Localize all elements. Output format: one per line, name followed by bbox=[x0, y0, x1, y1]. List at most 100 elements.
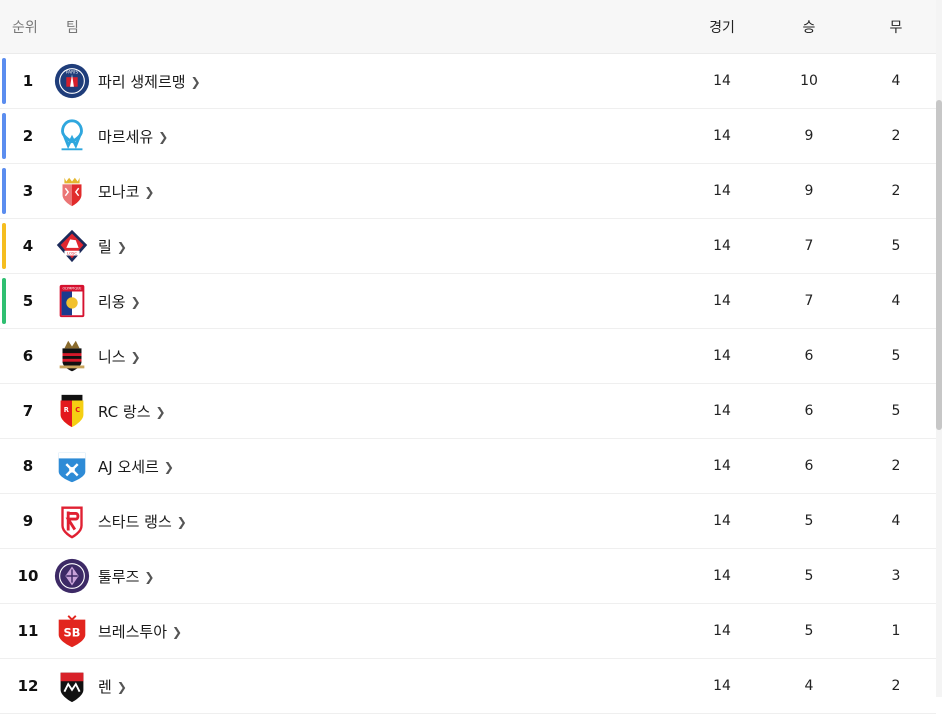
team-won: 6 bbox=[804, 348, 814, 364]
team-won: 5 bbox=[804, 623, 814, 639]
team-name-link[interactable]: 리옹 ❯ bbox=[98, 291, 141, 312]
team-rank: 4 bbox=[22, 237, 34, 255]
team-name: AJ 오세르 bbox=[98, 458, 159, 476]
team-drawn: 5 bbox=[891, 348, 901, 364]
qualification-zone-marker bbox=[2, 278, 6, 324]
svg-text:R: R bbox=[64, 406, 69, 414]
svg-text:SB: SB bbox=[64, 626, 81, 640]
team-won: 4 bbox=[804, 678, 814, 694]
team-won: 10 bbox=[800, 73, 818, 89]
marseille-logo-icon[interactable] bbox=[53, 117, 91, 155]
chevron-right-icon: ❯ bbox=[158, 129, 169, 144]
header-rank: 순위 bbox=[12, 20, 38, 36]
table-row[interactable]: 9 스타드 랭스 ❯ 14 5 4 bbox=[0, 494, 936, 549]
team-name: 브레스투아 bbox=[98, 623, 168, 641]
team-name: 모나코 bbox=[98, 183, 140, 201]
team-drawn: 5 bbox=[891, 238, 901, 254]
team-name: 스타드 랭스 bbox=[98, 513, 172, 531]
team-won: 5 bbox=[804, 568, 814, 584]
team-name-link[interactable]: 모나코 ❯ bbox=[98, 181, 154, 202]
team-won: 7 bbox=[804, 238, 814, 254]
rennes-logo-icon[interactable] bbox=[53, 667, 91, 705]
table-row[interactable]: 3 모나코 ❯ 14 9 2 bbox=[0, 164, 936, 219]
team-name: 파리 생제르맹 bbox=[98, 73, 186, 91]
team-played: 14 bbox=[713, 73, 731, 89]
monaco-logo-icon[interactable] bbox=[53, 172, 91, 210]
qualification-zone-marker bbox=[2, 168, 6, 214]
standings-table: 순위 팀 경기 승 무 1 PARIS 파리 생제르맹 ❯ 14 10 4 2 마르세유 ❯ 14 9… bbox=[0, 0, 936, 714]
lens-logo-icon[interactable]: RC bbox=[53, 392, 91, 430]
team-name: 툴루즈 bbox=[98, 568, 140, 586]
team-name-link[interactable]: 파리 생제르맹 ❯ bbox=[98, 71, 201, 92]
header-drawn[interactable]: 무 bbox=[866, 17, 926, 37]
team-name-link[interactable]: 니스 ❯ bbox=[98, 346, 141, 367]
team-rank: 3 bbox=[22, 182, 34, 200]
team-rank: 8 bbox=[22, 457, 34, 475]
team-name-link[interactable]: 렌 ❯ bbox=[98, 676, 127, 697]
team-won: 9 bbox=[804, 183, 814, 199]
team-drawn: 4 bbox=[891, 293, 901, 309]
chevron-right-icon: ❯ bbox=[144, 569, 155, 584]
header-team: 팀 bbox=[66, 20, 79, 36]
team-rank: 2 bbox=[22, 127, 34, 145]
table-row[interactable]: 2 마르세유 ❯ 14 9 2 bbox=[0, 109, 936, 164]
team-won: 9 bbox=[804, 128, 814, 144]
team-rank: 7 bbox=[22, 402, 34, 420]
team-won: 6 bbox=[804, 403, 814, 419]
table-row[interactable]: 8 AJ 오세르 ❯ 14 6 2 bbox=[0, 439, 936, 494]
lyon-logo-icon[interactable]: OLYMPIQUE bbox=[53, 282, 91, 320]
team-played: 14 bbox=[713, 238, 731, 254]
chevron-right-icon: ❯ bbox=[116, 679, 127, 694]
toulouse-logo-icon[interactable] bbox=[53, 557, 91, 595]
team-name-link[interactable]: 스타드 랭스 ❯ bbox=[98, 511, 187, 532]
team-played: 14 bbox=[713, 458, 731, 474]
table-row[interactable]: 7 R C RC 랑스 ❯ 14 6 5 bbox=[0, 384, 936, 439]
scrollbar[interactable] bbox=[936, 0, 942, 697]
svg-text:C: C bbox=[75, 406, 80, 414]
chevron-right-icon: ❯ bbox=[172, 624, 183, 639]
qualification-zone-marker bbox=[2, 113, 6, 159]
team-name-link[interactable]: 브레스투아 ❯ bbox=[98, 621, 182, 642]
team-played: 14 bbox=[713, 678, 731, 694]
nice-logo-icon[interactable] bbox=[53, 337, 91, 375]
psg-logo-icon[interactable]: PARIS bbox=[53, 62, 91, 100]
table-row[interactable]: 1 PARIS 파리 생제르맹 ❯ 14 10 4 bbox=[0, 54, 936, 109]
team-rank: 5 bbox=[22, 292, 34, 310]
team-drawn: 1 bbox=[891, 623, 901, 639]
team-won: 6 bbox=[804, 458, 814, 474]
team-name-link[interactable]: AJ 오세르 ❯ bbox=[98, 456, 174, 477]
team-name-link[interactable]: 툴루즈 ❯ bbox=[98, 566, 154, 587]
qualification-zone-marker bbox=[2, 58, 6, 104]
auxerre-logo-icon[interactable] bbox=[53, 447, 91, 485]
team-drawn: 4 bbox=[891, 73, 901, 89]
table-row[interactable]: 10 툴루즈 ❯ 14 5 3 bbox=[0, 549, 936, 604]
chevron-right-icon: ❯ bbox=[176, 514, 187, 529]
svg-text:LOSC: LOSC bbox=[67, 251, 77, 256]
table-row[interactable]: 11 SB 브레스투아 ❯ 14 5 1 bbox=[0, 604, 936, 659]
team-played: 14 bbox=[713, 348, 731, 364]
header-won[interactable]: 승 bbox=[779, 17, 839, 37]
lille-logo-icon[interactable]: LOSC bbox=[53, 227, 91, 265]
team-rank: 10 bbox=[17, 567, 39, 585]
team-drawn: 2 bbox=[891, 183, 901, 199]
chevron-right-icon: ❯ bbox=[190, 74, 201, 89]
chevron-right-icon: ❯ bbox=[144, 184, 155, 199]
team-name-link[interactable]: 릴 ❯ bbox=[98, 236, 127, 257]
table-row[interactable]: 12 렌 ❯ 14 4 2 bbox=[0, 659, 936, 714]
team-won: 7 bbox=[804, 293, 814, 309]
svg-text:PARIS: PARIS bbox=[66, 69, 78, 75]
team-drawn: 4 bbox=[891, 513, 901, 529]
reims-logo-icon[interactable] bbox=[53, 502, 91, 540]
team-drawn: 2 bbox=[891, 128, 901, 144]
scrollbar-thumb[interactable] bbox=[936, 100, 942, 430]
team-name-link[interactable]: 마르세유 ❯ bbox=[98, 126, 168, 147]
header-played[interactable]: 경기 bbox=[692, 17, 752, 37]
brest-logo-icon[interactable]: SB bbox=[53, 612, 91, 650]
table-row[interactable]: 4 LOSC 릴 ❯ 14 7 5 bbox=[0, 219, 936, 274]
team-rank: 9 bbox=[22, 512, 34, 530]
team-drawn: 3 bbox=[891, 568, 901, 584]
team-name-link[interactable]: RC 랑스 ❯ bbox=[98, 401, 166, 422]
table-row[interactable]: 6 니스 ❯ 14 6 5 bbox=[0, 329, 936, 384]
team-played: 14 bbox=[713, 128, 731, 144]
table-row[interactable]: 5 OLYMPIQUE 리옹 ❯ 14 7 4 bbox=[0, 274, 936, 329]
